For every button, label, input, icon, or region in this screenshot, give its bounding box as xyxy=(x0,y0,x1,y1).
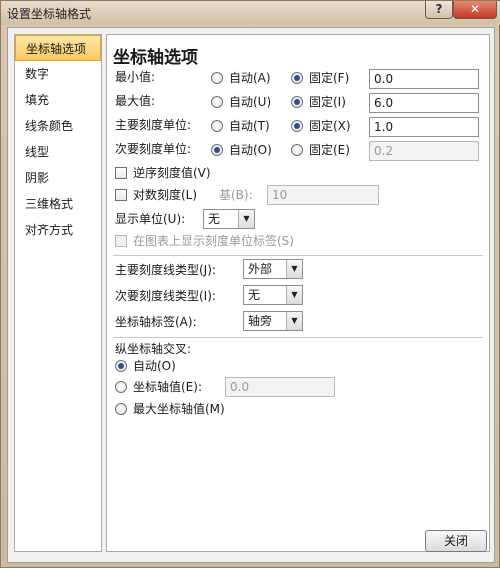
display-units-select[interactable]: 无 ▼ xyxy=(203,209,255,229)
major-tick-label: 主要刻度线类型(J): xyxy=(115,263,216,277)
category-list: 坐标轴选项 数字 填充 线条颜色 线型 阴影 三维格式 对齐方式 xyxy=(14,34,102,552)
nav-item-number[interactable]: 数字 xyxy=(15,61,101,87)
title-bar: 设置坐标轴格式 ? ✕ xyxy=(1,1,500,25)
display-units-label: 显示单位(U): xyxy=(115,212,186,226)
format-axis-dialog: 设置坐标轴格式 ? ✕ 坐标轴选项 数字 填充 线条颜色 线型 阴影 三维格式 … xyxy=(0,0,500,568)
min-auto-label: 自动(A) xyxy=(229,71,271,85)
minor-unit-input[interactable]: 0.2 xyxy=(369,141,479,161)
major-tick-select[interactable]: 外部 ▼ xyxy=(243,259,303,279)
cross-max-label: 最大坐标轴值(M) xyxy=(133,402,225,416)
chevron-down-icon: ▼ xyxy=(286,286,302,304)
max-auto-radio[interactable] xyxy=(211,96,223,108)
show-units-checkbox[interactable] xyxy=(115,235,127,247)
chevron-down-icon: ▼ xyxy=(286,312,302,330)
log-base-label: 基(B): xyxy=(219,188,253,202)
minor-tick-select[interactable]: 无 ▼ xyxy=(243,285,303,305)
log-base-input[interactable]: 10 xyxy=(267,185,379,205)
cross-auto-radio[interactable] xyxy=(115,360,127,372)
cross-value-label: 坐标轴值(E): xyxy=(133,380,202,394)
cross-value-input[interactable]: 0.0 xyxy=(225,377,335,397)
minor-tick-value: 无 xyxy=(248,288,261,302)
minor-unit-label: 次要刻度单位: xyxy=(115,142,192,156)
min-auto-radio[interactable] xyxy=(211,72,223,84)
major-unit-label: 主要刻度单位: xyxy=(115,118,192,132)
window-close-button[interactable]: ✕ xyxy=(453,1,497,19)
major-tick-value: 外部 xyxy=(248,262,273,276)
reverse-order-label: 逆序刻度值(V) xyxy=(133,166,211,180)
major-unit-fixed-radio[interactable] xyxy=(291,120,303,132)
panel-title: 坐标轴选项 xyxy=(113,48,198,68)
cross-title: 纵坐标轴交叉: xyxy=(115,342,192,356)
cross-value-radio[interactable] xyxy=(115,381,127,393)
axis-labels-value: 轴旁 xyxy=(248,314,273,328)
max-fixed-radio[interactable] xyxy=(291,96,303,108)
minor-unit-fixed-label: 固定(E) xyxy=(309,143,350,157)
reverse-order-checkbox[interactable] xyxy=(115,167,127,179)
show-units-label: 在图表上显示刻度单位标签(S) xyxy=(133,234,294,248)
minor-unit-fixed-radio[interactable] xyxy=(291,144,303,156)
axis-options-panel: 坐标轴选项 最小值: 自动(A) 固定(F) 0.0 最大值: 自动(U) 固定… xyxy=(106,34,490,552)
divider xyxy=(113,255,483,256)
major-unit-fixed-label: 固定(X) xyxy=(309,119,351,133)
nav-item-axis-options[interactable]: 坐标轴选项 xyxy=(15,35,101,61)
close-button[interactable]: 关闭 xyxy=(425,530,487,552)
nav-item-alignment[interactable]: 对齐方式 xyxy=(15,217,101,243)
min-fixed-radio[interactable] xyxy=(291,72,303,84)
dialog-client: 坐标轴选项 数字 填充 线条颜色 线型 阴影 三维格式 对齐方式 坐标轴选项 最… xyxy=(7,27,495,563)
nav-item-line-style[interactable]: 线型 xyxy=(15,139,101,165)
axis-labels-select[interactable]: 轴旁 ▼ xyxy=(243,311,303,331)
log-scale-checkbox[interactable] xyxy=(115,189,127,201)
nav-item-fill[interactable]: 填充 xyxy=(15,87,101,113)
help-button[interactable]: ? xyxy=(425,1,453,19)
max-label: 最大值: xyxy=(115,94,156,108)
nav-item-3d-format[interactable]: 三维格式 xyxy=(15,191,101,217)
cross-max-radio[interactable] xyxy=(115,403,127,415)
display-units-value: 无 xyxy=(208,212,221,226)
axis-labels-label: 坐标轴标签(A): xyxy=(115,315,197,329)
cross-auto-label: 自动(O) xyxy=(133,359,176,373)
minor-tick-label: 次要刻度线类型(I): xyxy=(115,289,216,303)
minor-unit-auto-label: 自动(O) xyxy=(229,143,272,157)
minor-unit-auto-radio[interactable] xyxy=(211,144,223,156)
chevron-down-icon: ▼ xyxy=(238,210,254,228)
major-unit-auto-radio[interactable] xyxy=(211,120,223,132)
chevron-down-icon: ▼ xyxy=(286,260,302,278)
window-title: 设置坐标轴格式 xyxy=(7,7,92,21)
nav-item-line-color[interactable]: 线条颜色 xyxy=(15,113,101,139)
major-unit-auto-label: 自动(T) xyxy=(229,119,270,133)
min-value-input[interactable]: 0.0 xyxy=(369,69,479,89)
max-value-input[interactable]: 6.0 xyxy=(369,93,479,113)
major-unit-input[interactable]: 1.0 xyxy=(369,117,479,137)
log-scale-label: 对数刻度(L) xyxy=(133,188,198,202)
divider xyxy=(113,337,483,338)
max-fixed-label: 固定(I) xyxy=(309,95,346,109)
min-label: 最小值: xyxy=(115,70,156,84)
nav-item-shadow[interactable]: 阴影 xyxy=(15,165,101,191)
min-fixed-label: 固定(F) xyxy=(309,71,350,85)
max-auto-label: 自动(U) xyxy=(229,95,272,109)
